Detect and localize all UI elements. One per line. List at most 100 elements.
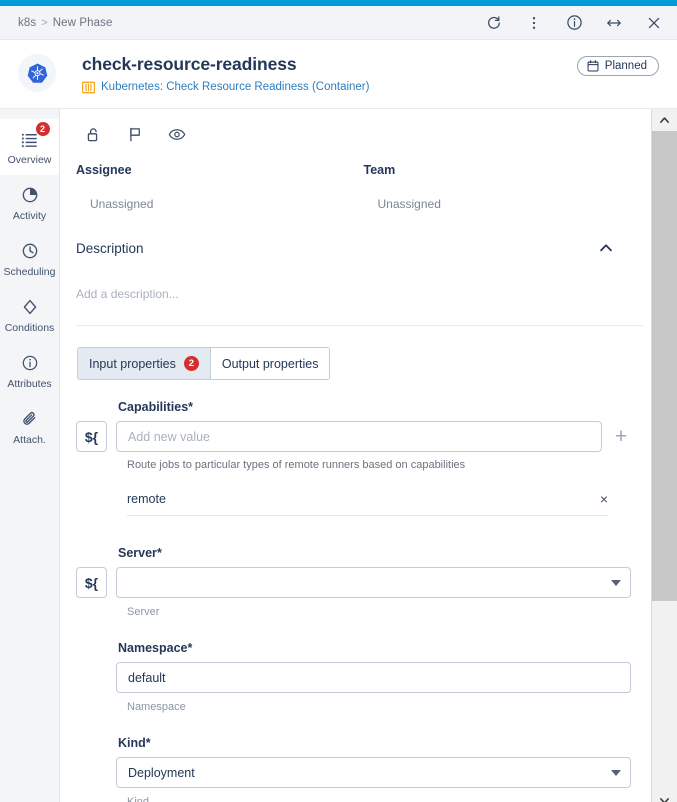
sidebar-label-attachments: Attach.: [13, 434, 46, 446]
namespace-label: Namespace*: [118, 641, 631, 655]
more-vertical-icon[interactable]: [525, 14, 543, 32]
server-sub-label: Server: [127, 606, 160, 618]
task-header: check-resource-readiness Kubernetes: Che…: [0, 40, 677, 109]
section-divider: [76, 325, 643, 326]
sidebar-label-attributes: Attributes: [7, 378, 52, 390]
app-window: k8s > New Phase check-resource-readiness…: [0, 0, 677, 802]
tab-input-properties-badge: 2: [183, 356, 199, 371]
sidebar-label-activity: Activity: [12, 210, 47, 222]
paperclip-icon: [19, 408, 41, 430]
server-label: Server*: [118, 546, 631, 560]
description-header: Description: [60, 211, 651, 259]
input-properties-form: Capabilities* ${ + Route jobs to particu…: [60, 380, 651, 802]
namespace-label-text: Namespace: [118, 641, 188, 655]
eye-icon[interactable]: [166, 123, 188, 145]
chevron-up-icon[interactable]: [595, 237, 617, 259]
status-badge[interactable]: Planned: [576, 56, 659, 76]
sidebar-item-attributes[interactable]: Attributes: [0, 343, 59, 399]
namespace-input[interactable]: [116, 662, 631, 693]
flag-icon[interactable]: [124, 123, 146, 145]
sidebar-badge-overview: 2: [35, 122, 50, 136]
window-chrome: k8s > New Phase: [0, 6, 677, 40]
vertical-scrollbar[interactable]: [651, 109, 677, 802]
field-kind: Kind* Kind: [76, 736, 631, 802]
calendar-icon: [587, 60, 599, 72]
sidebar-item-attachments[interactable]: Attach.: [0, 399, 59, 455]
server-label-text: Server: [118, 546, 157, 560]
kubernetes-logo: [18, 54, 56, 92]
container-icon: [82, 81, 95, 93]
status-badge-label: Planned: [604, 60, 647, 72]
diamond-icon: [19, 296, 41, 318]
sidebar-item-activity[interactable]: Activity: [0, 175, 59, 231]
capabilities-value-remove-icon[interactable]: ×: [600, 492, 608, 506]
page-title: check-resource-readiness: [82, 54, 297, 74]
server-select[interactable]: [116, 567, 631, 598]
body: 2 Overview Activity Scheduling Condition…: [0, 109, 677, 802]
resize-horizontal-icon[interactable]: [605, 14, 623, 32]
kind-required-mark: *: [145, 736, 151, 750]
capabilities-value-row: remote ×: [127, 492, 608, 516]
assignee-field: Assignee Unassigned: [76, 163, 364, 211]
server-variable-button[interactable]: ${: [76, 567, 107, 598]
description-placeholder[interactable]: Add a description...: [60, 259, 651, 301]
assignment-row: Assignee Unassigned Team Unassigned: [60, 157, 651, 211]
breadcrumb-separator: >: [41, 16, 48, 29]
task-type-link[interactable]: Kubernetes: Check Resource Readiness (Co…: [101, 80, 369, 94]
unlock-icon[interactable]: [82, 123, 104, 145]
task-type-row: Kubernetes: Check Resource Readiness (Co…: [82, 80, 577, 94]
capabilities-hint: Route jobs to particular types of remote…: [127, 459, 466, 471]
sidebar-item-conditions[interactable]: Conditions: [0, 287, 59, 343]
breadcrumb: k8s > New Phase: [18, 17, 112, 29]
overview-panel: Assignee Unassigned Team Unassigned Desc…: [60, 109, 651, 802]
clock-icon: [19, 240, 41, 262]
scrollbar-thumb[interactable]: [652, 131, 677, 601]
sidebar-item-scheduling[interactable]: Scheduling: [0, 231, 59, 287]
sidebar-label-conditions: Conditions: [4, 322, 55, 334]
window-actions: [485, 14, 663, 32]
assignee-label: Assignee: [76, 163, 132, 177]
capabilities-label-text: Capabilities: [118, 400, 189, 414]
pie-chart-icon: [19, 184, 41, 206]
team-field: Team Unassigned: [364, 163, 652, 211]
team-value[interactable]: Unassigned: [364, 197, 652, 211]
description-title: Description: [76, 240, 144, 256]
info-icon[interactable]: [565, 14, 583, 32]
field-namespace: Namespace* Namespace: [76, 641, 631, 713]
scrollbar-track[interactable]: [652, 131, 677, 789]
properties-tabs: Input properties 2 Output properties: [77, 347, 331, 380]
tab-input-properties-label: Input properties: [89, 356, 176, 371]
capabilities-value-text: remote: [127, 492, 166, 506]
breadcrumb-current[interactable]: New Phase: [53, 17, 113, 29]
kind-select[interactable]: [116, 757, 631, 788]
tab-input-properties[interactable]: Input properties 2: [78, 348, 210, 379]
sidebar-item-overview[interactable]: 2 Overview: [0, 119, 59, 175]
breadcrumb-root[interactable]: k8s: [18, 17, 36, 29]
kind-label: Kind*: [118, 736, 631, 750]
field-capabilities: Capabilities* ${ + Route jobs to particu…: [76, 400, 631, 516]
kind-label-text: Kind: [118, 736, 146, 750]
tab-output-properties[interactable]: Output properties: [209, 348, 330, 379]
tab-output-properties-label: Output properties: [221, 356, 319, 371]
sidebar-label-overview: Overview: [7, 154, 52, 166]
capabilities-required-mark: *: [188, 400, 194, 414]
sidebar: 2 Overview Activity Scheduling Condition…: [0, 109, 60, 802]
kind-sub-label: Kind: [127, 796, 150, 802]
namespace-required-mark: *: [187, 641, 193, 655]
capabilities-variable-button[interactable]: ${: [76, 421, 107, 452]
info-circle-icon: [19, 352, 41, 374]
field-server: Server* ${ Server: [76, 546, 631, 618]
scroll-down-icon[interactable]: [652, 789, 677, 802]
capabilities-label: Capabilities*: [118, 400, 631, 414]
capabilities-add-button[interactable]: +: [611, 426, 631, 447]
scroll-up-icon[interactable]: [652, 109, 677, 131]
content-column: Assignee Unassigned Team Unassigned Desc…: [60, 109, 677, 802]
namespace-sub-label: Namespace: [127, 701, 186, 713]
refresh-icon[interactable]: [485, 14, 503, 32]
capabilities-input[interactable]: [116, 421, 602, 452]
action-toolbar: [60, 109, 651, 157]
server-required-mark: *: [156, 546, 162, 560]
sidebar-label-scheduling: Scheduling: [3, 266, 56, 278]
assignee-value[interactable]: Unassigned: [76, 197, 364, 211]
close-icon[interactable]: [645, 14, 663, 32]
